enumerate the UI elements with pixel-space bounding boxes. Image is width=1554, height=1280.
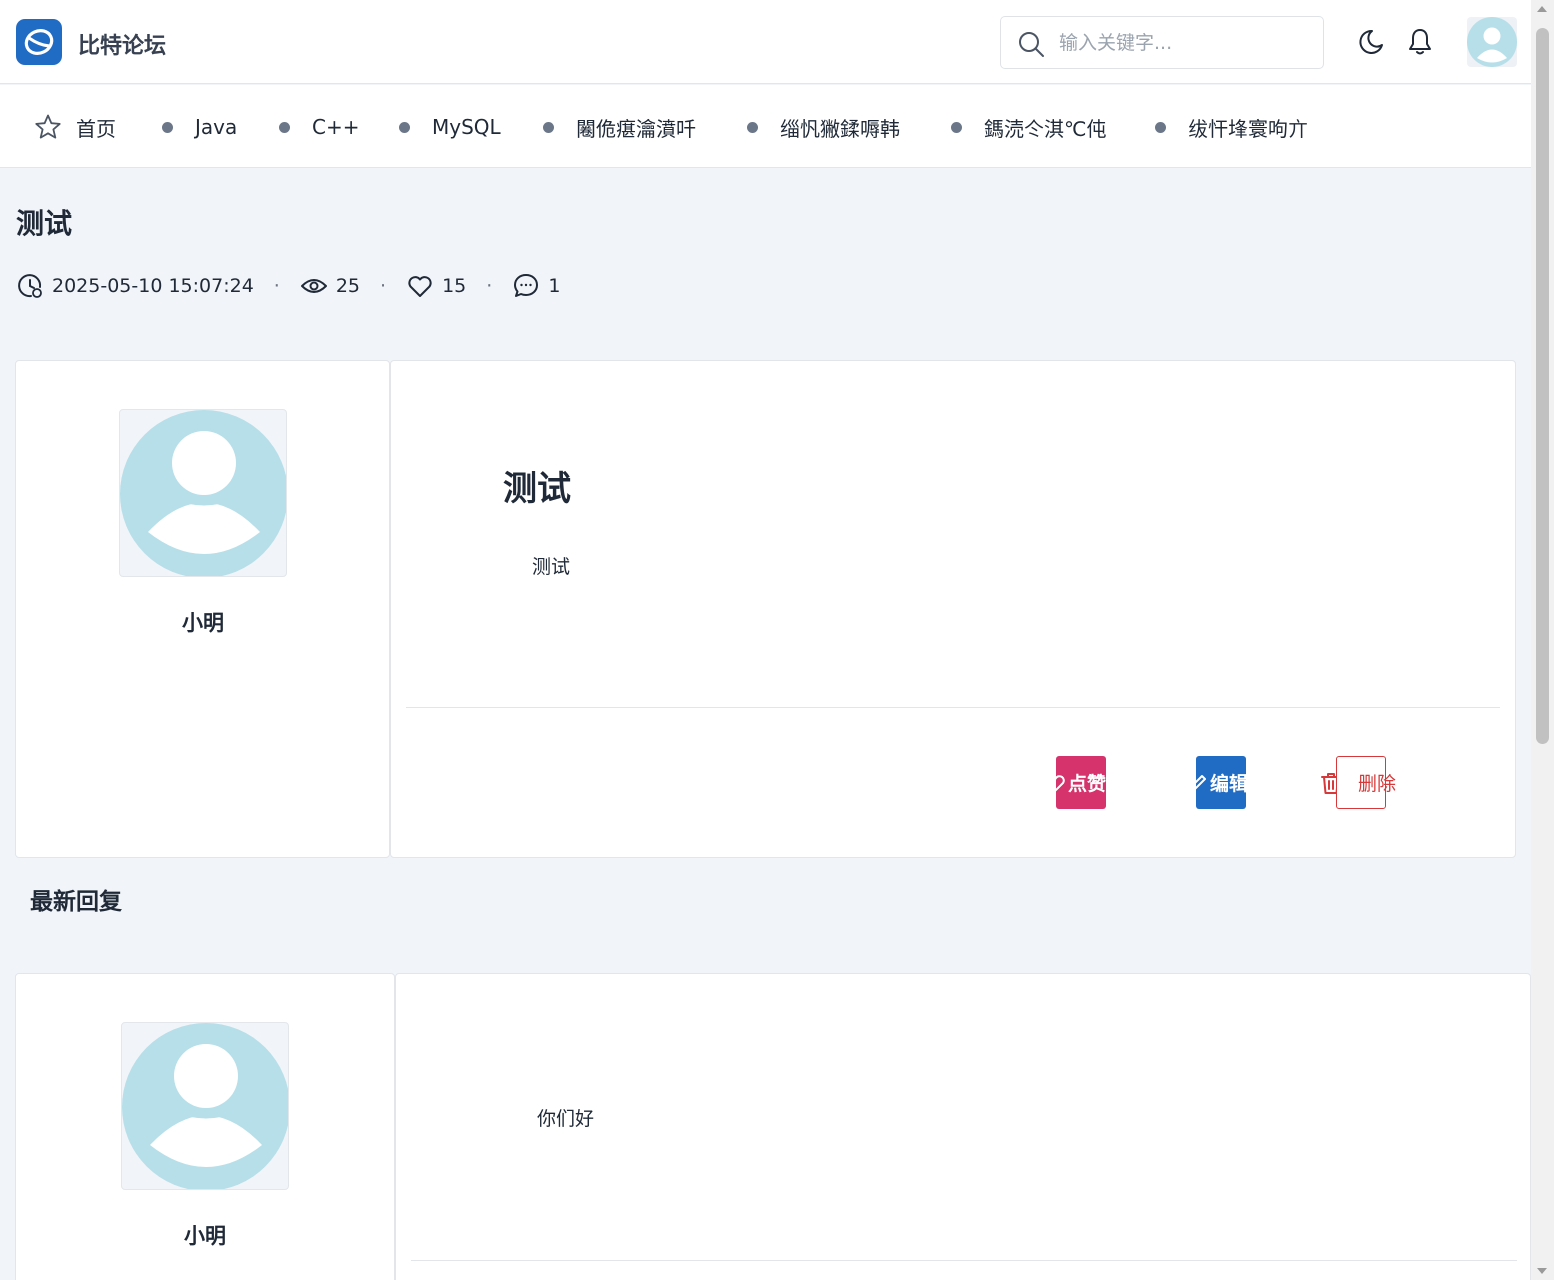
reply-author-name[interactable]: 小明 [105, 1220, 305, 1250]
article-meta: 2025-05-10 15:07:24 · 25 · 15 · 1 [16, 270, 560, 302]
nav-label: 闂佹瘎瀹濆吀 [576, 116, 696, 141]
bullet-dot [747, 121, 758, 133]
reply-content: 你们好 [537, 1108, 595, 1130]
nav-label: C++ [312, 115, 360, 139]
nav-label: 鎷涜仒淇℃伅 [984, 116, 1107, 141]
post-content-card: 测试 测试 点赞 编辑 删除 [390, 360, 1516, 858]
comment-count: 1 [548, 275, 561, 297]
reply-author-card: 小明 [15, 973, 395, 1280]
page-title: 测试 [16, 207, 73, 240]
meta-separator: · [273, 275, 280, 297]
delete-button[interactable]: 删除 [1336, 756, 1396, 809]
nav-item-category-6[interactable]: 缁忛獙鍒嗕韩 [747, 112, 900, 142]
meta-separator: · [380, 275, 387, 297]
nav-item-cpp[interactable]: C++ [279, 112, 359, 142]
bullet-dot [543, 121, 554, 133]
view-count: 25 [335, 275, 361, 297]
search-input[interactable] [1059, 27, 1309, 59]
heart-icon [408, 276, 432, 297]
moon-icon[interactable] [1357, 28, 1385, 56]
latest-replies-title: 最新回复 [30, 889, 122, 915]
post-heading: 测试 [503, 469, 571, 509]
nav-item-mysql[interactable]: MySQL [399, 112, 501, 142]
author-card: 小明 [15, 360, 390, 858]
like-button[interactable]: 点赞 [1056, 756, 1106, 809]
scrollbar-thumb[interactable] [1536, 28, 1549, 744]
nav-item-home[interactable]: 首页 [34, 112, 116, 142]
post-body: 测试 [532, 556, 571, 578]
category-nav: 首页 Java C++ MySQL 闂佹瘎瀹濆吀 缁忛獙鍒嗕韩 鎷涜仒淇℃伅 绂… [0, 85, 1531, 168]
bullet-dot [399, 121, 410, 133]
meta-separator: · [486, 275, 493, 297]
nav-item-category-5[interactable]: 闂佹瘎瀹濆吀 [543, 112, 696, 142]
search-icon [1019, 32, 1044, 57]
bell-icon[interactable] [1406, 27, 1434, 57]
scroll-down-arrow-icon[interactable] [1537, 1268, 1547, 1274]
brand-name[interactable]: 比特论坛 [78, 28, 166, 60]
reply-divider [411, 1260, 1517, 1261]
clock-icon [18, 274, 42, 298]
like-button-label: 点赞 [1068, 773, 1106, 795]
heart-icon [1056, 774, 1065, 791]
bullet-dot [1155, 121, 1166, 133]
nav-label: 缁忛獙鍒嗕韩 [780, 116, 900, 141]
author-name[interactable]: 小明 [103, 607, 303, 637]
forum-logo-icon[interactable] [16, 19, 62, 65]
author-avatar[interactable] [119, 409, 287, 577]
scroll-up-arrow-icon[interactable] [1537, 6, 1547, 12]
nav-label: MySQL [432, 115, 501, 139]
nav-item-category-7[interactable]: 鎷涜仒淇℃伅 [951, 112, 1106, 142]
page-scrollbar[interactable] [1531, 0, 1554, 1280]
bullet-dot [951, 121, 962, 133]
user-avatar-icon[interactable] [1467, 17, 1517, 67]
like-count: 15 [442, 275, 467, 297]
nav-label: Java [195, 115, 238, 139]
pencil-icon [1196, 774, 1206, 789]
edit-button[interactable]: 编辑 [1196, 756, 1246, 809]
bullet-dot [279, 121, 290, 133]
comment-icon [514, 274, 539, 297]
bullet-dot [162, 121, 173, 133]
reply-content-card: 你们好 [395, 973, 1531, 1280]
content-divider [406, 707, 1500, 708]
nav-label: 首页 [76, 116, 116, 141]
nav-item-java[interactable]: Java [162, 112, 237, 142]
nav-item-category-8[interactable]: 绂忓埄寰呴亣 [1155, 112, 1308, 142]
post-time: 2025-05-10 15:07:24 [52, 275, 254, 297]
eye-icon [300, 279, 327, 293]
nav-label: 绂忓埄寰呴亣 [1188, 116, 1308, 141]
star-icon [35, 114, 61, 139]
edit-button-label: 编辑 [1210, 773, 1246, 795]
top-header: 比特论坛 [0, 0, 1531, 84]
delete-button-label: 删除 [1358, 773, 1397, 795]
search-box [1000, 16, 1324, 69]
reply-author-avatar[interactable] [121, 1022, 289, 1190]
